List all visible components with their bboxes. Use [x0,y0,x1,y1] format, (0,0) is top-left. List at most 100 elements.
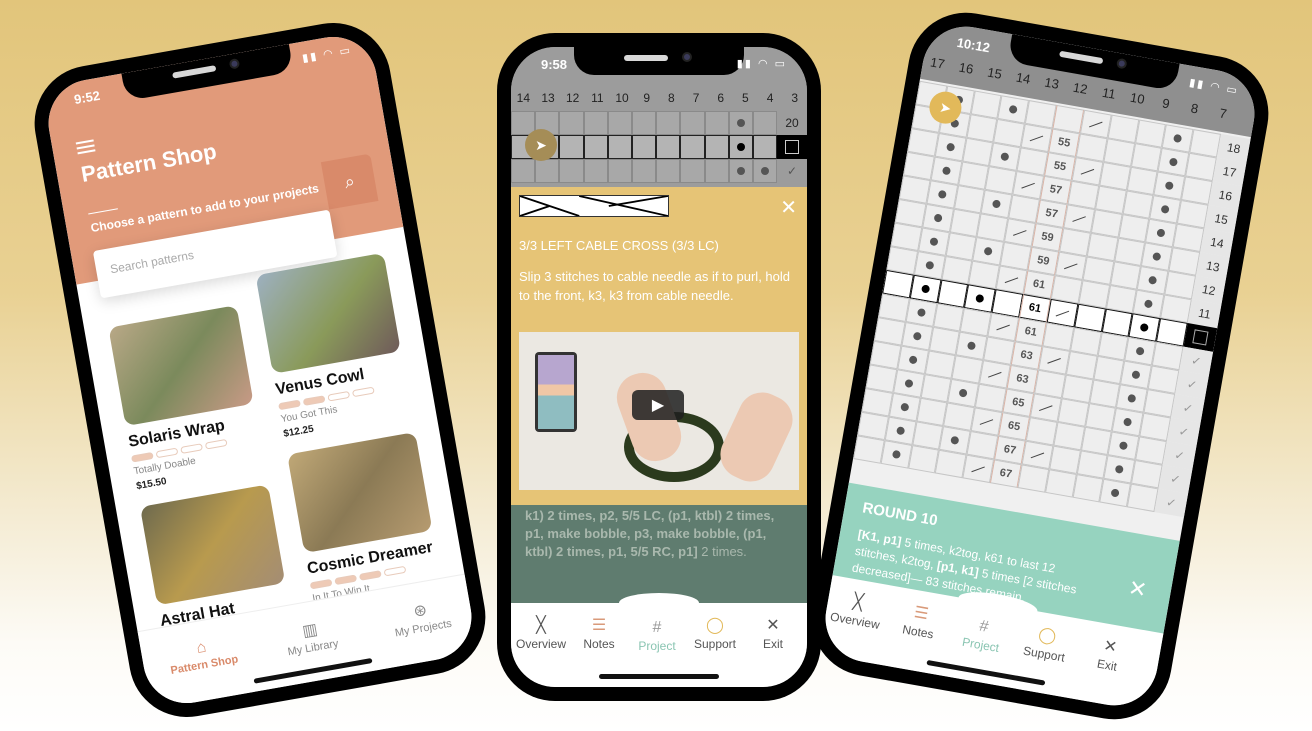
chart-row[interactable] [511,111,778,135]
hamburger-menu-icon[interactable] [75,139,96,155]
purl-dot-icon [1139,322,1150,333]
pattern-photo[interactable] [139,484,286,606]
purl-dot-icon [1135,346,1145,356]
chart-cell[interactable] [728,111,753,135]
pattern-card[interactable]: Venus Cowl You Got This $12.25 [255,252,412,440]
navigate-arrow-icon[interactable]: ➤ [525,129,557,161]
tab-pattern-shop[interactable]: ⌂ Pattern Shop [151,631,255,680]
pattern-photo[interactable] [108,305,254,427]
chart-cell[interactable] [680,135,705,159]
column-number: 9 [643,91,651,105]
decrease-slash-icon [1080,168,1095,175]
chart-cell[interactable] [656,159,681,183]
list-icon: ☰ [912,604,930,624]
chart-cell[interactable] [656,111,681,135]
chart-cell[interactable] [728,135,753,159]
purl-dot-icon [895,426,905,436]
pattern-photo[interactable] [287,432,433,554]
chart-cell[interactable] [752,111,778,135]
decrease-slash-icon [988,371,1002,378]
chart-cell[interactable] [853,435,885,464]
x-cross-icon: ╳ [536,617,546,634]
column-number: 7 [692,91,700,105]
decrease-slash-icon [1088,121,1103,127]
chart-cell[interactable] [962,454,995,484]
chart-cell[interactable] [607,159,632,183]
play-icon[interactable]: ▶ [632,390,684,420]
chart-cell[interactable] [1099,478,1132,508]
divider [88,208,118,215]
tab-my-projects[interactable]: ⊛ My Projects [369,592,473,643]
chart-row[interactable] [511,159,778,183]
chart-cell[interactable] [704,111,729,135]
chart-cell[interactable] [752,135,778,159]
chart-cell[interactable] [535,159,560,183]
list-icon: ☰ [591,617,607,634]
chart-cell[interactable] [631,135,657,159]
tab-exit[interactable]: ✕ Exit [743,615,803,651]
chart-cell[interactable] [631,159,657,183]
chart-cell[interactable] [631,111,657,135]
chart-cell[interactable] [559,111,584,135]
purl-dot-icon [1110,488,1120,498]
chart-cell[interactable] [1126,483,1159,513]
check-icon[interactable]: ✓ [1154,488,1189,518]
purl-dot-icon [920,284,930,294]
chart-cell[interactable] [607,135,632,159]
purl-dot-icon [992,199,1002,209]
tab-notes[interactable]: ☰ Notes [569,615,629,651]
decrease-slash-icon [1013,229,1027,236]
row-checkbox[interactable] [777,135,807,159]
check-icon[interactable]: ✓ [777,159,807,183]
chart-cell[interactable] [583,135,608,159]
home-indicator[interactable] [599,674,719,679]
tab-support[interactable]: ◯ Support [685,615,745,651]
pattern-card[interactable]: Cosmic Dreamer In It To Win It [287,432,441,604]
stitch-panel: ✕ 3/3 LEFT CABLE CROSS (3/3 LC) Slip 3 s… [511,187,807,505]
chart-cell[interactable] [1017,464,1049,493]
decrease-slash-icon [1038,404,1053,411]
purl-dot-icon [1164,181,1175,191]
chart-cell[interactable] [559,159,584,183]
chart-cell[interactable] [752,159,778,183]
decrease-slash-icon [1063,262,1078,269]
chart-cell[interactable] [656,135,681,159]
chart-cell[interactable] [1072,473,1104,503]
decrease-slash-icon [1029,135,1044,141]
chart-cell[interactable] [583,159,608,183]
chart-cell[interactable] [880,440,912,469]
video-player[interactable]: ▶ [519,332,799,490]
tab-project[interactable]: # Project [950,613,1015,657]
chart-cell[interactable] [704,135,729,159]
tab-support[interactable]: ◯ Support [1013,620,1078,666]
chart-cell[interactable] [728,159,753,183]
purl-dot-icon [983,246,994,256]
screen: 9:58 ▮▮ ◠ ▭ 14 13 12 11 10 9 8 7 6 5 4 3 20 ✓ ➤ ✕ 3… [511,47,807,687]
chart-cell[interactable] [907,444,940,474]
tab-exit[interactable]: ✕ Exit [1076,631,1141,677]
tab-overview[interactable]: ╳ Overview [824,587,889,633]
close-icon: ✕ [1102,637,1119,657]
tab-project[interactable]: # Project [627,619,687,653]
chart-cell[interactable] [607,111,632,135]
tab-my-library[interactable]: ▥ My Library [259,612,363,663]
chart-cell[interactable] [511,159,536,183]
chart-cell[interactable] [1044,469,1077,498]
stitch-description: Slip 3 stitches to cable needle as if to… [519,269,790,303]
pattern-photo[interactable] [255,252,401,374]
purl-dot-icon [1144,299,1154,309]
chart-cell[interactable] [559,135,584,159]
tab-overview[interactable]: ╳ Overview [511,615,571,651]
purl-dot-icon [736,119,745,127]
pattern-card[interactable]: Solaris Wrap Totally Doable $15.50 [108,305,265,492]
chart-cell[interactable] [583,111,608,135]
close-icon[interactable]: ✕ [1126,575,1148,604]
close-icon[interactable]: ✕ [780,195,797,220]
chart-cell[interactable] [704,159,729,183]
chart-cell[interactable]: 67 [989,459,1022,488]
chart-cell[interactable] [680,159,705,183]
chart-cell[interactable] [935,449,967,479]
chart-cell[interactable] [680,111,705,135]
tab-notes[interactable]: ☰ Notes [887,598,952,644]
search-button[interactable]: ⌕ [320,153,379,210]
